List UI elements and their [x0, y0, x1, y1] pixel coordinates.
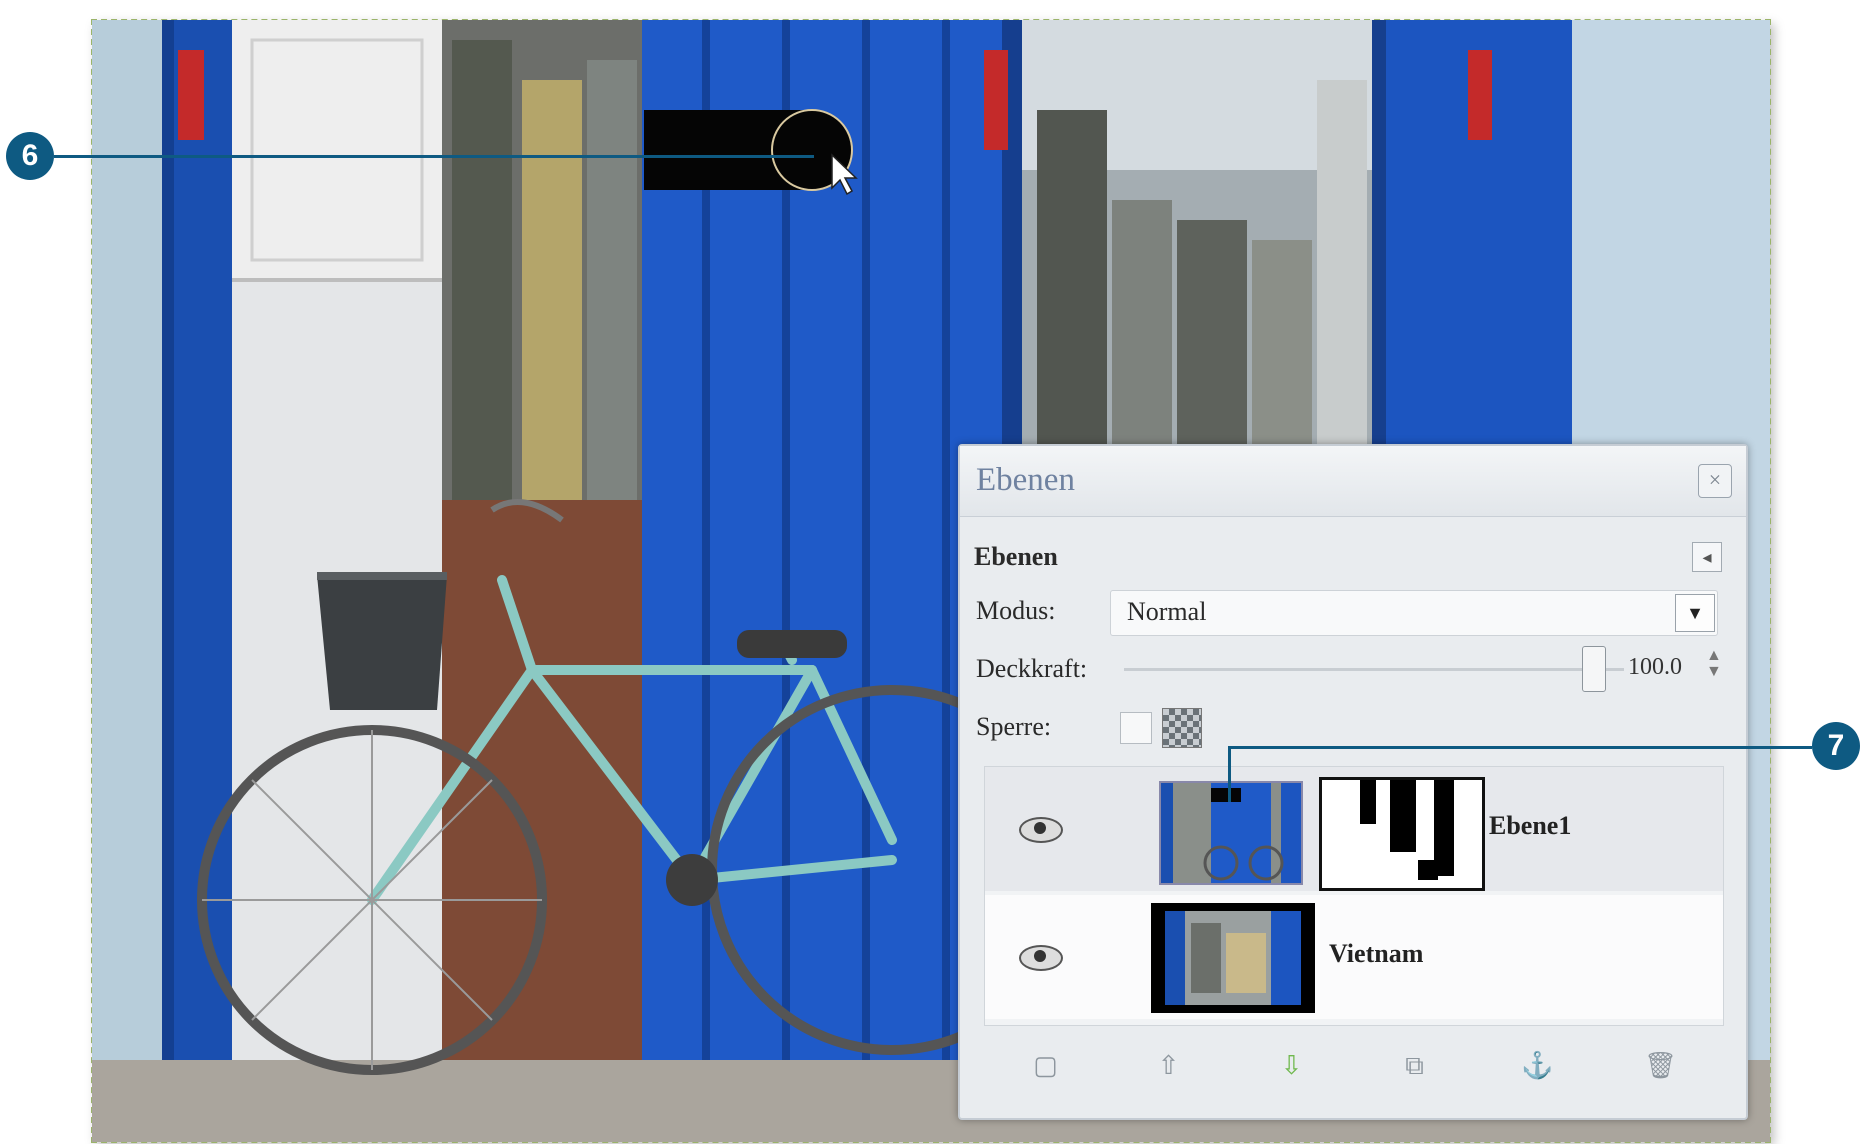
layer-row-vietnam[interactable]: Vietnam	[985, 895, 1723, 1019]
chevron-down-icon[interactable]: ▼	[1675, 594, 1715, 632]
mode-label: Modus:	[976, 596, 1056, 625]
mode-select[interactable]: Normal ▼	[1110, 590, 1718, 636]
lock-label: Sperre:	[976, 712, 1052, 741]
opacity-slider-thumb[interactable]	[1582, 646, 1606, 692]
callout-7-leader-line	[1228, 746, 1812, 749]
callout-6-leader-line	[54, 155, 814, 158]
layers-dialog: Ebenen × Ebenen ◂ Modus: Normal ▼ Deckkr…	[958, 444, 1748, 1120]
section-header: Ebenen	[974, 542, 1058, 571]
opacity-label: Deckkraft:	[976, 654, 1088, 683]
layer-row-ebene1[interactable]: Ebene1	[985, 767, 1723, 891]
layer-mask-thumbnail[interactable]	[1319, 777, 1485, 891]
mode-value: Normal	[1127, 597, 1207, 626]
anchor-layer-icon[interactable]: ⚓	[1520, 1048, 1556, 1084]
lower-layer-icon[interactable]: ⇩	[1274, 1048, 1310, 1084]
layer-thumbnail[interactable]	[1151, 903, 1315, 1013]
dialog-titlebar[interactable]: Ebenen ×	[960, 446, 1746, 517]
layer-thumbnail[interactable]	[1159, 781, 1303, 885]
tab-menu-icon[interactable]: ◂	[1692, 542, 1722, 572]
layer-name-ebene1: Ebene1	[1489, 811, 1572, 840]
layer-toolbar: ▢ ⇧ ⇩ ⧉ ⚓ 🗑	[984, 1040, 1722, 1092]
callout-6: 6	[6, 132, 54, 180]
spin-arrows-icon[interactable]: ▲ ▼	[1706, 648, 1722, 680]
opacity-value[interactable]: 100.0	[1628, 654, 1682, 681]
layer-list: Ebene1 Vietnam	[984, 766, 1724, 1026]
lock-pixels-checkbox[interactable]	[1120, 712, 1152, 744]
duplicate-layer-icon[interactable]: ⧉	[1397, 1048, 1433, 1084]
callout-7: 7	[1812, 722, 1860, 770]
close-icon[interactable]: ×	[1698, 464, 1732, 498]
lock-alpha-icon[interactable]	[1162, 708, 1202, 748]
opacity-slider-track[interactable]	[1124, 668, 1624, 671]
layer-name-vietnam: Vietnam	[1329, 939, 1424, 968]
eye-icon[interactable]	[1019, 817, 1063, 843]
delete-layer-icon[interactable]: 🗑	[1643, 1048, 1679, 1084]
dialog-title: Ebenen	[976, 462, 1075, 498]
raise-layer-icon[interactable]: ⇧	[1151, 1048, 1187, 1084]
new-layer-icon[interactable]: ▢	[1028, 1048, 1064, 1084]
eye-icon[interactable]	[1019, 945, 1063, 971]
callout-7-leader-vline	[1228, 748, 1231, 802]
